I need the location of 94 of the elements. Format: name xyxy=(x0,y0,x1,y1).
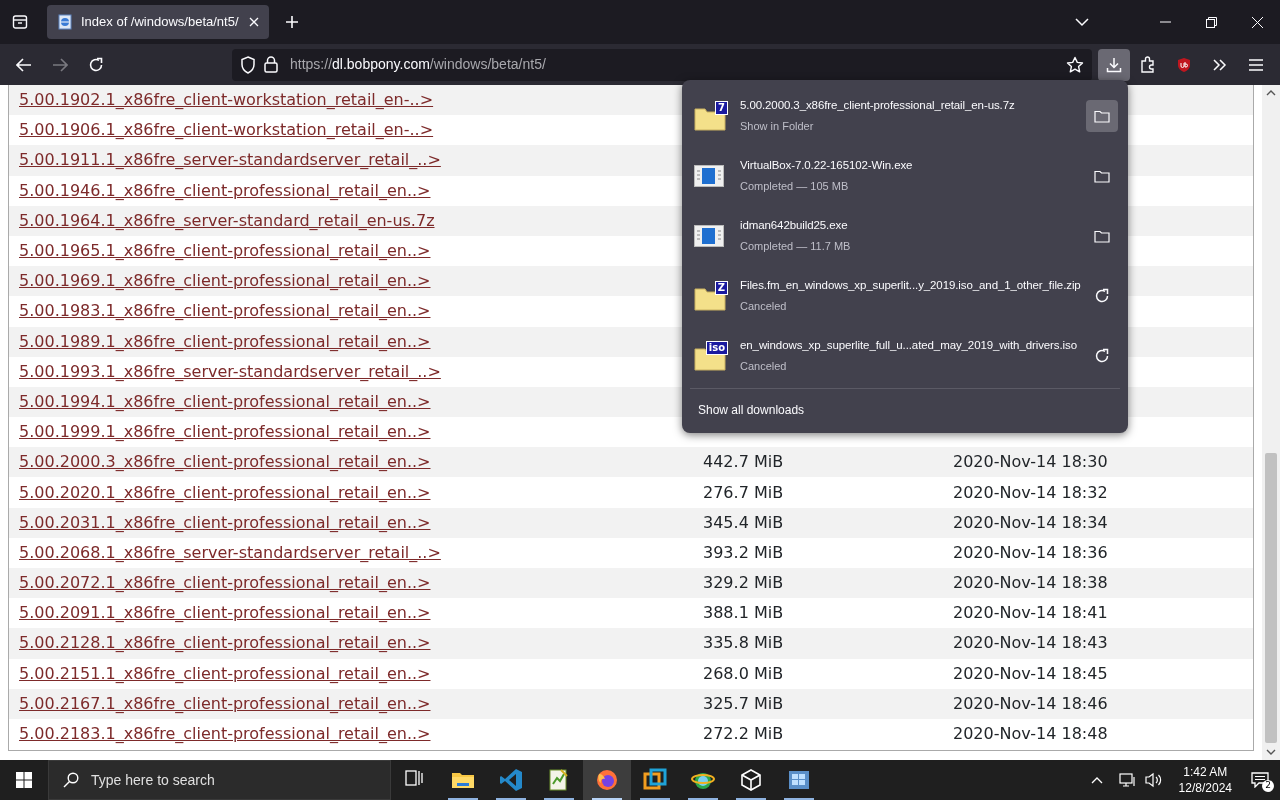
file-link[interactable]: 5.00.1965.1_x86fre_client-professional_retail_en..> xyxy=(19,241,431,261)
plus-icon xyxy=(285,15,299,29)
file-size: 276.7 MiB xyxy=(703,482,784,502)
file-link[interactable]: 5.00.1983.1_x86fre_client-professional_retail_en..> xyxy=(19,301,431,321)
address-bar[interactable]: https://dl.bobpony.com/windows/beta/nt5/ xyxy=(232,48,1092,81)
show-all-downloads-button[interactable]: Show all downloads xyxy=(690,397,813,423)
modified-date: 2020-Nov-14 18:46 xyxy=(953,693,1108,713)
download-status: Canceled xyxy=(740,299,788,315)
code-editor-icon xyxy=(499,768,523,792)
file-size: 393.2 MiB xyxy=(703,542,784,562)
download-status: Canceled xyxy=(740,359,788,375)
notifications-button[interactable]: 2 xyxy=(1240,760,1280,800)
file-size: 442.7 MiB xyxy=(703,452,784,472)
scrollbar-thumb[interactable] xyxy=(1265,453,1277,743)
file-size: 329.2 MiB xyxy=(703,573,784,593)
modified-date: 2020-Nov-14 18:45 xyxy=(953,663,1108,683)
browser-tab[interactable]: Index of /windows/beta/nt5/ xyxy=(47,5,269,39)
scroll-up-icon[interactable] xyxy=(1266,89,1276,97)
file-link[interactable]: 5.00.2183.1_x86fre_client-professional_retail_en..> xyxy=(19,724,431,744)
extension-shield-icon xyxy=(1176,56,1192,73)
close-icon[interactable] xyxy=(249,17,259,27)
chevron-down-icon xyxy=(1075,17,1089,27)
minimize-icon xyxy=(1159,21,1171,23)
back-arrow-icon xyxy=(16,57,32,72)
url-text: https://dl.bobpony.com/windows/beta/nt5/ xyxy=(290,55,546,74)
download-filename: en_windows_xp_superlite_full_u...ated_may_2019_with_drivers.iso xyxy=(740,338,1078,354)
download-filename: idman642build25.exe xyxy=(740,218,849,234)
lock-icon xyxy=(264,56,278,73)
modified-date: 2020-Nov-14 18:34 xyxy=(953,512,1108,532)
download-status: Show in Folder xyxy=(740,119,815,135)
downloads-button[interactable] xyxy=(1098,48,1130,81)
download-status: Completed — 11.7 MB xyxy=(740,239,852,255)
file-size: 268.0 MiB xyxy=(703,663,784,683)
tray-icon xyxy=(12,14,28,30)
close-icon xyxy=(1251,16,1263,28)
scrollbar[interactable] xyxy=(1262,85,1280,760)
clock[interactable]: 1:42 AM 12/8/2024 xyxy=(1178,764,1232,796)
modified-date: 2020-Nov-14 18:30 xyxy=(953,452,1108,472)
file-size: 325.7 MiB xyxy=(703,693,784,713)
folder-icon xyxy=(1094,229,1110,243)
tab-title: Index of /windows/beta/nt5/ xyxy=(81,13,240,32)
notification-count: 2 xyxy=(1262,780,1274,792)
squares-icon xyxy=(643,768,667,792)
search-field[interactable]: Type here to search xyxy=(48,760,391,800)
cube-icon xyxy=(739,768,763,792)
fox-globe-icon xyxy=(595,768,619,792)
file-link[interactable]: 5.00.1999.1_x86fre_client-professional_retail_en..> xyxy=(19,422,431,442)
modified-date: 2020-Nov-14 18:41 xyxy=(953,603,1108,623)
file-size: 388.1 MiB xyxy=(703,603,784,623)
modified-date: 2020-Nov-14 18:48 xyxy=(953,724,1108,744)
file-size: 345.4 MiB xyxy=(703,512,784,532)
show-in-folder-button[interactable] xyxy=(1086,100,1118,132)
reload-icon xyxy=(88,56,104,73)
download-filename: 5.00.2000.3_x86fre_client-professional_retail_en-us.7z xyxy=(740,98,1016,114)
windows-logo-icon xyxy=(16,772,32,788)
network-icon[interactable] xyxy=(1118,772,1137,788)
chevron-up-icon[interactable] xyxy=(1090,776,1103,784)
menu-icon xyxy=(1249,58,1263,71)
clock-time: 1:42 AM xyxy=(1182,764,1229,780)
restore-icon xyxy=(1205,16,1217,28)
file-link[interactable]: 5.00.2068.1_x86fre_server-standardserver_retail_..> xyxy=(19,542,441,562)
modified-date: 2020-Nov-14 18:36 xyxy=(953,542,1108,562)
file-link[interactable]: 5.00.1906.1_x86fre_client-workstation_retail_en-..> xyxy=(19,120,434,140)
window-icon xyxy=(787,768,811,792)
retry-icon xyxy=(1094,348,1110,364)
star-icon[interactable] xyxy=(1066,55,1084,74)
download-status: Completed — 105 MB xyxy=(740,179,850,195)
file-link[interactable]: 5.00.2151.1_x86fre_client-professional_retail_en..> xyxy=(19,663,431,683)
forward-arrow-icon xyxy=(52,57,68,72)
double-chevron-icon xyxy=(1213,58,1227,71)
file-link[interactable]: 5.00.2091.1_x86fre_client-professional_retail_en..> xyxy=(19,603,431,623)
retry-icon xyxy=(1094,288,1110,304)
file-size: 335.8 MiB xyxy=(703,633,784,653)
modified-date: 2020-Nov-14 18:38 xyxy=(953,573,1108,593)
file-link[interactable]: 5.00.2020.1_x86fre_client-professional_retail_en..> xyxy=(19,482,431,502)
file-link[interactable]: 5.00.1993.1_x86fre_server-standardserver_retail_..> xyxy=(19,361,441,381)
folder-icon xyxy=(1094,169,1110,183)
file-size: 272.2 MiB xyxy=(703,724,784,744)
taskbar-app-button[interactable] xyxy=(583,760,631,800)
search-icon xyxy=(63,772,79,788)
shield-icon xyxy=(240,55,256,74)
puzzle-icon xyxy=(1140,56,1156,73)
folder-icon xyxy=(1094,109,1110,123)
download-filename: Files.fm_en_windows_xp_superlit...y_2019.iso_and_1_other_file.zip xyxy=(740,278,1078,294)
speaker-icon[interactable] xyxy=(1144,772,1163,788)
file-link[interactable]: 5.00.1946.1_x86fre_client-professional_retail_en..> xyxy=(19,180,431,200)
modified-date: 2020-Nov-14 18:43 xyxy=(953,633,1108,653)
speech-bubble-icon xyxy=(1251,772,1269,788)
clock-date: 12/8/2024 xyxy=(1178,780,1232,796)
download-icon xyxy=(1106,56,1122,73)
modified-date: 2020-Nov-14 18:32 xyxy=(953,482,1108,502)
download-filename: VirtualBox-7.0.22-165102-Win.exe xyxy=(740,158,914,174)
page-icon xyxy=(57,14,73,30)
scroll-down-icon[interactable] xyxy=(1266,748,1276,756)
